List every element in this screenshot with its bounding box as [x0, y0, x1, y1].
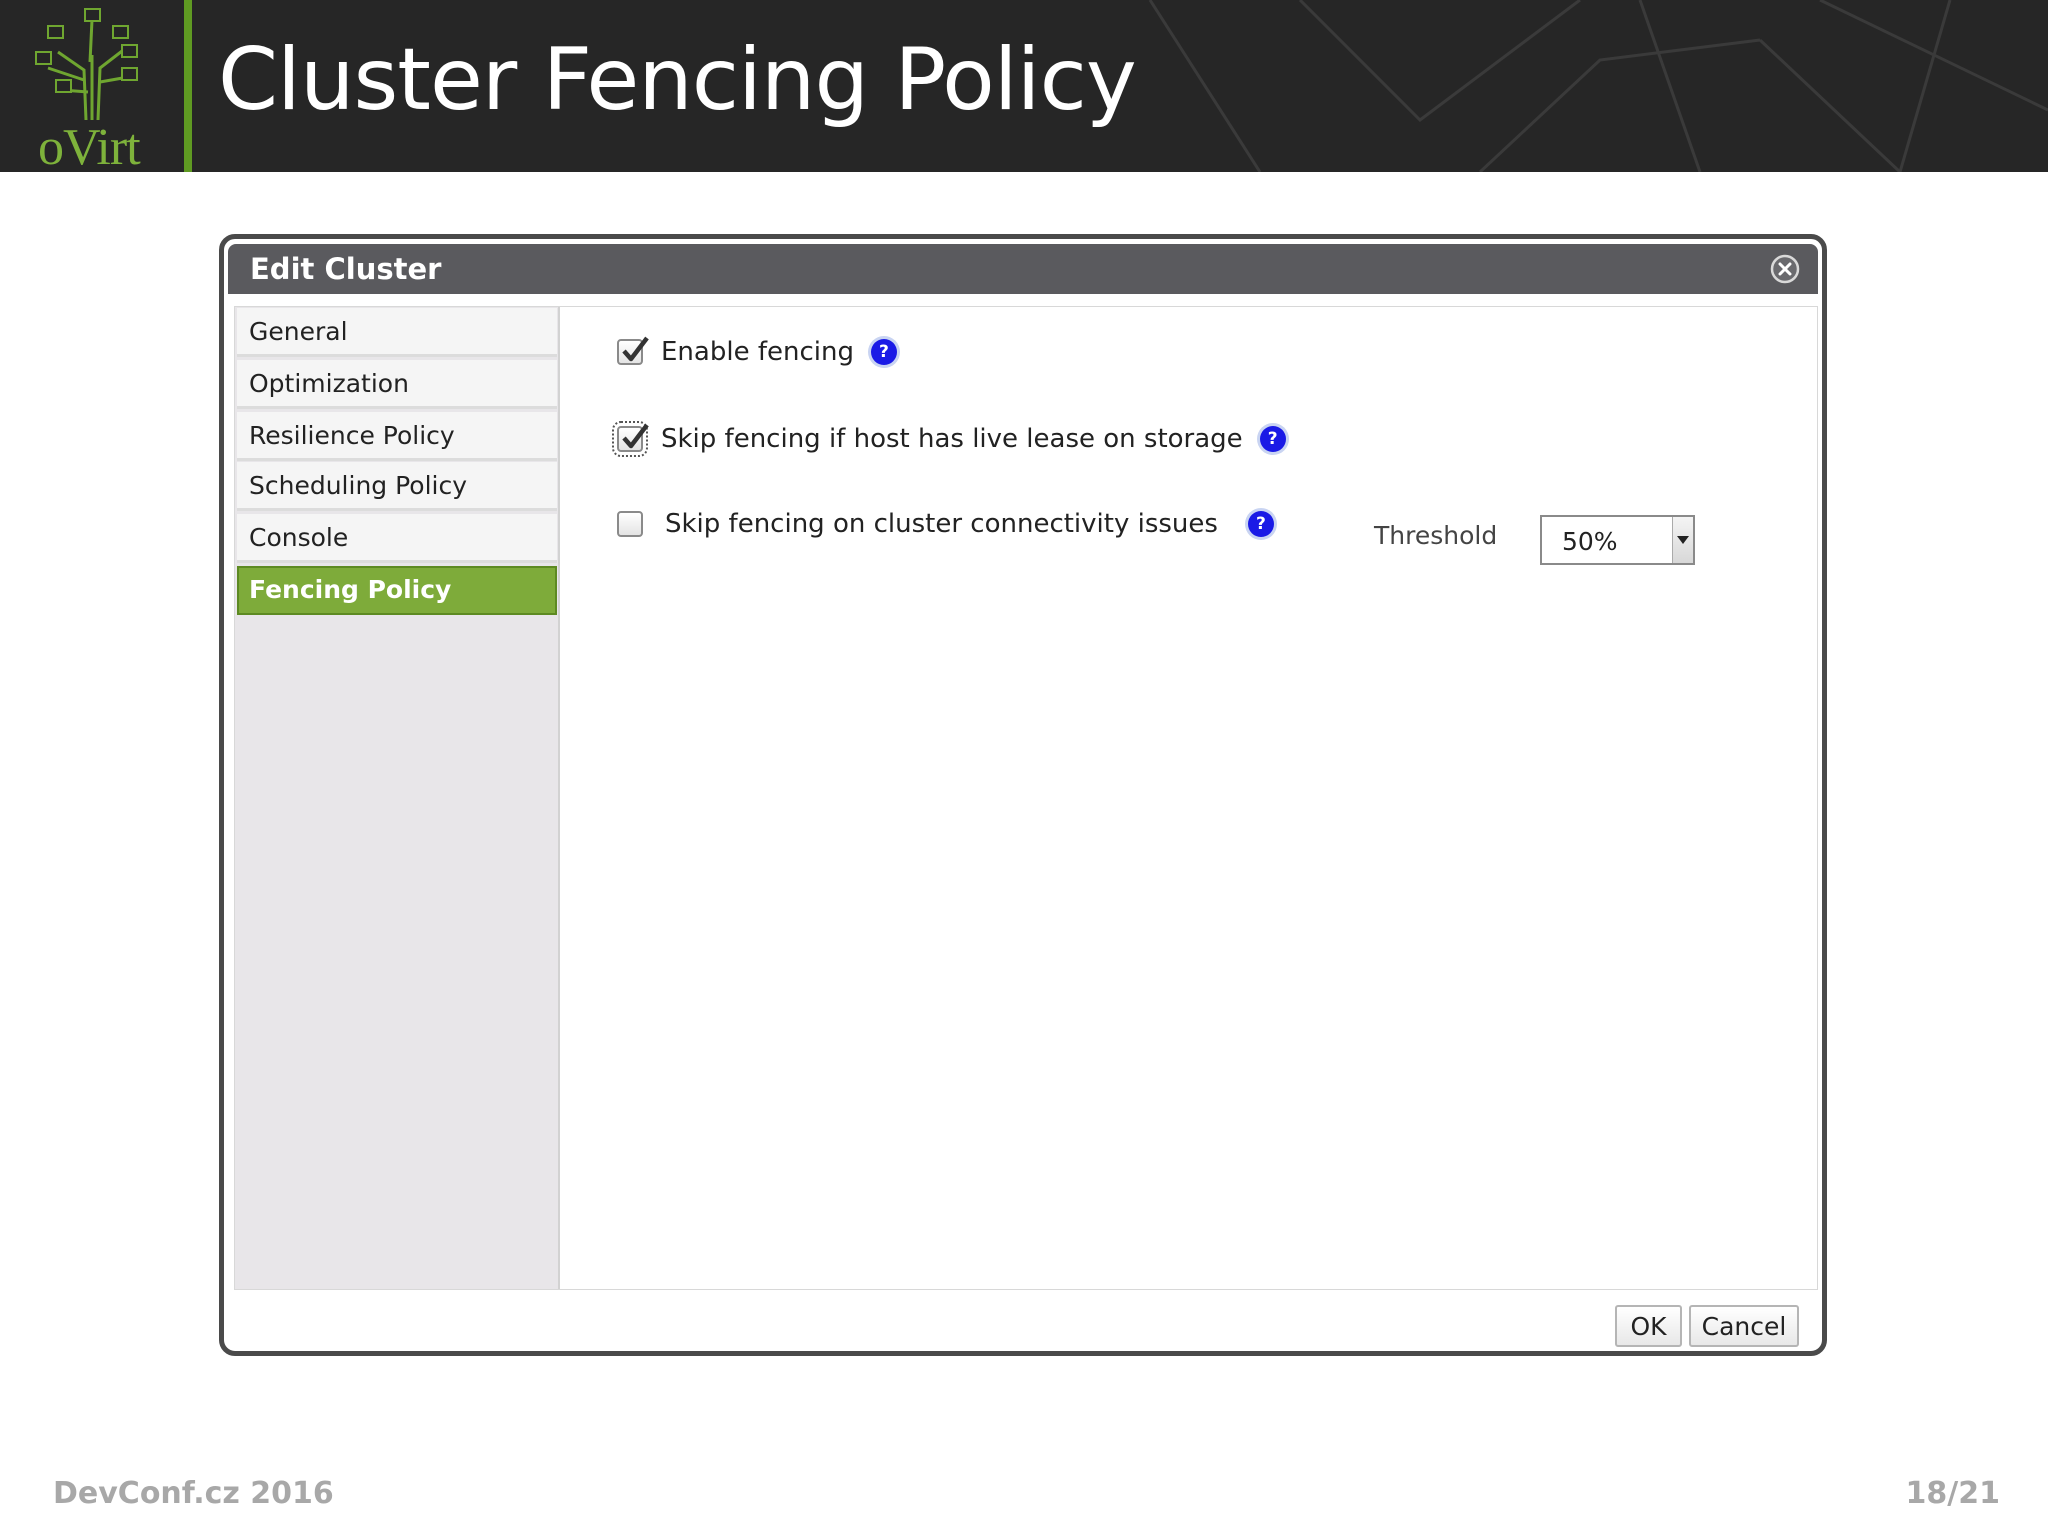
checkmark-icon — [622, 336, 649, 362]
help-icon[interactable]: ? — [1259, 426, 1286, 452]
nav-item-console[interactable]: Console — [237, 514, 557, 563]
threshold-label: Threshold — [1374, 521, 1498, 550]
skip-fencing-lease-checkbox[interactable] — [612, 421, 649, 457]
slide-title: Cluster Fencing Policy — [218, 30, 1137, 130]
skip-fencing-lease-row: Skip fencing if host has live lease on s… — [612, 421, 1286, 457]
ovirt-logo: oVirt — [0, 0, 183, 172]
dialog-title: Edit Cluster — [250, 252, 442, 286]
enable-fencing-label: Enable fencing — [661, 337, 854, 367]
help-icon[interactable]: ? — [870, 339, 897, 365]
dialog-titlebar: Edit Cluster — [228, 244, 1818, 294]
nav-item-scheduling-policy[interactable]: Scheduling Policy — [237, 462, 557, 511]
header-divider — [184, 0, 192, 172]
nav-item-fencing-policy[interactable]: Fencing Policy — [237, 566, 557, 615]
fencing-policy-panel: Enable fencing ? Skip fencing if host ha… — [560, 307, 1817, 1289]
skip-fencing-connectivity-label: Skip fencing on cluster connectivity iss… — [665, 509, 1218, 539]
enable-fencing-checkbox[interactable] — [617, 336, 649, 365]
threshold-select[interactable]: 50% — [1540, 515, 1695, 565]
ovirt-logo-text: oVirt — [38, 119, 141, 172]
skip-fencing-connectivity-row: Skip fencing on cluster connectivity iss… — [617, 509, 1274, 539]
nav-item-general[interactable]: General — [237, 308, 557, 357]
slide-header: oVirt Cluster Fencing Policy — [0, 0, 2048, 172]
close-button[interactable] — [1768, 252, 1802, 286]
close-icon — [1770, 254, 1800, 284]
enable-fencing-row: Enable fencing ? — [617, 336, 897, 367]
skip-fencing-lease-label: Skip fencing if host has live lease on s… — [661, 424, 1243, 454]
dropdown-arrow[interactable] — [1672, 517, 1693, 563]
chevron-down-icon — [1677, 536, 1689, 544]
footer-event: DevConf.cz 2016 — [53, 1476, 334, 1511]
nav-item-optimization[interactable]: Optimization — [237, 360, 557, 409]
ok-button[interactable]: OK — [1615, 1305, 1682, 1347]
edit-cluster-dialog: Edit Cluster General Optimization Resili… — [219, 234, 1827, 1356]
dialog-sidenav: General Optimization Resilience Policy S… — [235, 307, 560, 1289]
footer-page-number: 18/21 — [1905, 1476, 2000, 1511]
cancel-button[interactable]: Cancel — [1689, 1305, 1799, 1347]
dialog-body: General Optimization Resilience Policy S… — [234, 306, 1818, 1290]
help-icon[interactable]: ? — [1247, 511, 1274, 537]
nav-item-resilience-policy[interactable]: Resilience Policy — [237, 412, 557, 461]
skip-fencing-connectivity-checkbox[interactable] — [617, 511, 643, 537]
ovirt-tree-icon — [35, 8, 138, 121]
checkmark-icon — [622, 423, 649, 449]
threshold-value: 50% — [1562, 527, 1618, 556]
